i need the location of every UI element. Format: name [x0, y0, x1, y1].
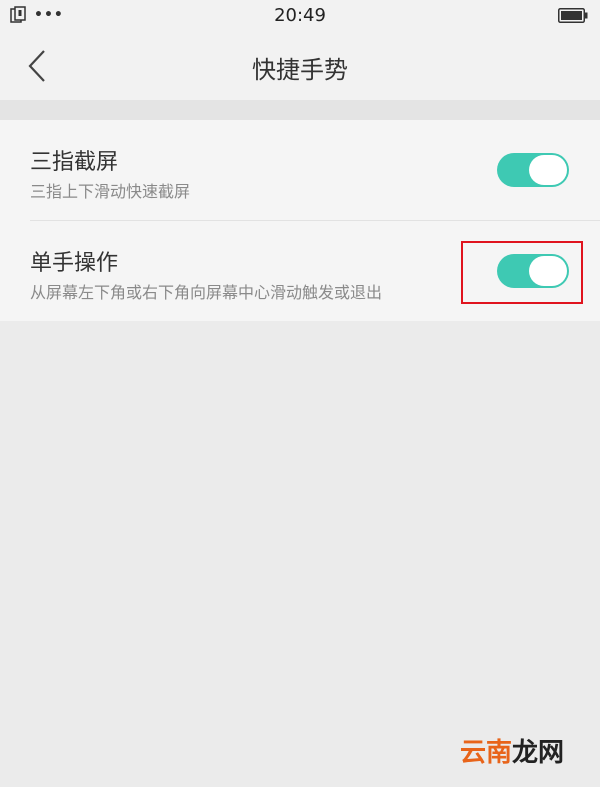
setting-row-one-hand-mode[interactable]: 单手操作 从屏幕左下角或右下角向屏幕中心滑动触发或退出 — [0, 221, 600, 321]
toggle-knob — [529, 155, 567, 185]
toggle-knob — [529, 256, 567, 286]
battery-icon — [558, 8, 588, 23]
settings-list: 三指截屏 三指上下滑动快速截屏 单手操作 从屏幕左下角或右下角向屏幕中心滑动触发… — [0, 120, 600, 321]
page-title: 快捷手势 — [252, 56, 348, 84]
status-clock: 20:49 — [274, 5, 326, 26]
title-bar: 快捷手势 — [0, 32, 600, 100]
one-hand-mode-toggle[interactable] — [497, 254, 569, 288]
setting-title: 单手操作 — [30, 251, 119, 276]
setting-subtitle: 三指上下滑动快速截屏 — [30, 182, 191, 201]
watermark-part1: 云南 — [459, 738, 512, 768]
status-bar: ••• 20:49 — [0, 0, 600, 32]
setting-title: 三指截屏 — [30, 150, 119, 175]
watermark-logo: 云南龙网 — [460, 732, 564, 769]
setting-subtitle: 从屏幕左下角或右下角向屏幕中心滑动触发或退出 — [30, 283, 383, 302]
three-finger-screenshot-toggle[interactable] — [497, 153, 569, 187]
watermark-part2: 龙网 — [511, 738, 564, 768]
section-divider — [0, 100, 600, 120]
setting-row-three-finger-screenshot[interactable]: 三指截屏 三指上下滑动快速截屏 — [0, 120, 600, 221]
